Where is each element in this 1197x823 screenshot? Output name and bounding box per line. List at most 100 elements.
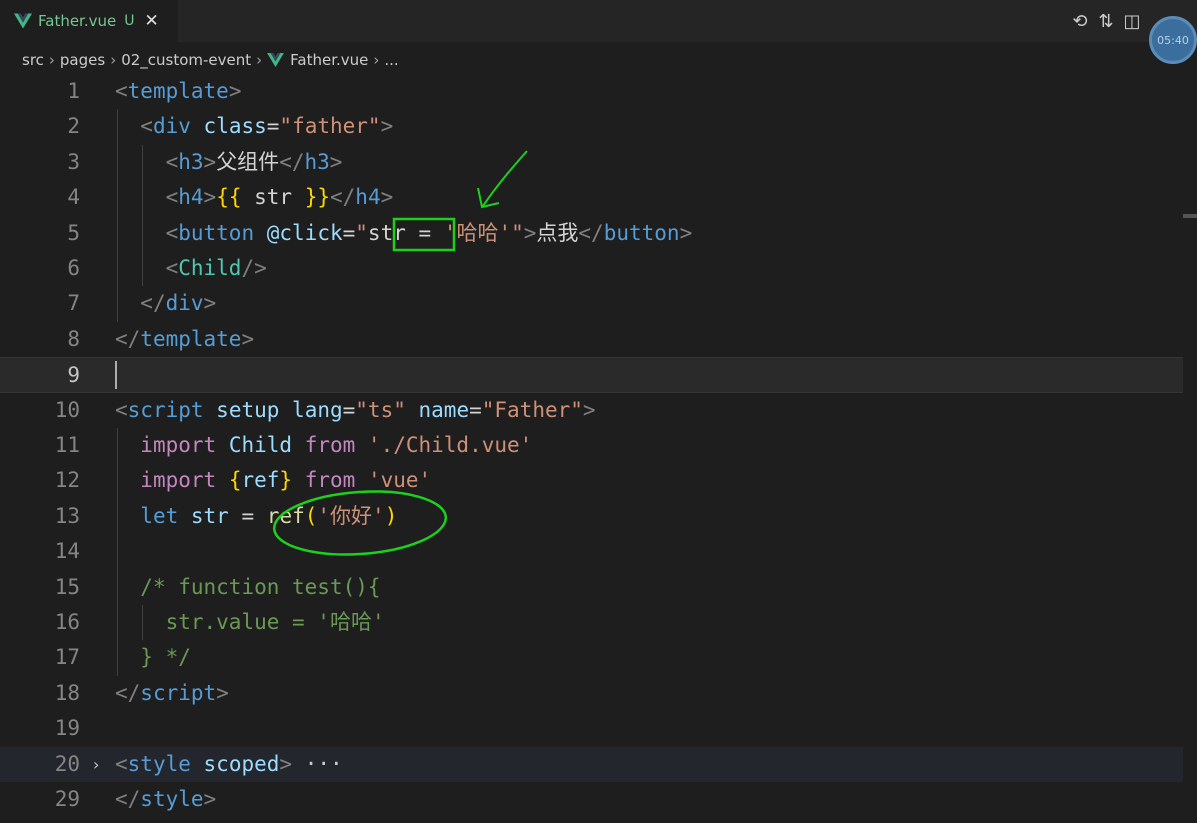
code-line[interactable]: 15 /* function test(){ [0,570,1183,605]
code-line[interactable]: 29 </style> [0,782,1183,817]
tab-bar: Father.vue U ✕ ⟲ ⇅ ◫ 05:40 [0,0,1197,64]
line-number: 18 [54,680,80,705]
tab-father-vue[interactable]: Father.vue U ✕ [0,0,178,42]
git-status-badge: U [124,13,135,29]
code-text: str.value = '哈哈' [115,605,385,640]
code-token: h4 [355,185,381,210]
code-line[interactable]: 19 [0,711,1183,746]
code-token: import [140,468,217,493]
code-token: > [203,787,217,811]
code-token: 点我 [536,220,579,245]
code-line[interactable]: 6 <Child/> [0,251,1183,286]
code-token: from [304,468,356,493]
code-line[interactable]: 2 <div class="father"> [0,109,1183,144]
code-token: Child [228,433,293,457]
code-token: 父组件 [216,149,280,174]
breadcrumb-item-folder[interactable]: 02_custom-event [121,51,251,69]
split-editor-icon[interactable]: ◫ [1119,11,1145,32]
code-token: /> [241,256,267,280]
code-token: div [165,291,204,316]
code-token: < [165,256,179,280]
chevron-right-icon: › [373,51,380,69]
code-token: scoped [203,751,280,776]
code-line[interactable]: 16 str.value = '哈哈' [0,605,1183,640]
line-number: 5 [67,220,80,245]
line-number: 2 [67,114,80,139]
code-token: script [127,397,204,422]
code-token: > [582,397,596,422]
code-line[interactable]: 14 [0,534,1183,569]
code-text: </script> [115,676,229,711]
code-token: </ [115,680,141,705]
line-number: 15 [54,574,80,599]
code-line[interactable]: 1 <template> [0,74,1183,109]
code-token: lang [292,397,343,422]
code-line[interactable]: 13 let str = ref('你好') [0,499,1183,534]
code-token: > [203,185,217,210]
code-text: } */ [115,640,191,675]
code-line[interactable]: 3 <h3>父组件</h3> [0,145,1183,180]
indent-guide [142,144,144,287]
compare-changes-icon[interactable]: ⇅ [1093,11,1119,32]
indent-guide [142,605,144,641]
breadcrumb-item-src[interactable]: src [22,51,44,69]
code-line[interactable]: 17 } */ [0,640,1183,675]
code-token: > [380,114,394,139]
code-token: } [279,468,293,493]
tab-label: Father.vue [38,12,117,30]
code-token: ref [241,468,280,493]
code-token: button [178,220,255,245]
code-line[interactable]: 9 [0,357,1183,393]
scrollbar-indicator[interactable] [1183,214,1197,218]
code-line[interactable]: 11 import Child from './Child.vue' [0,428,1183,463]
code-token: str [367,220,406,245]
breadcrumb-item-file[interactable]: Father.vue [290,51,368,69]
code-line[interactable]: 12 import {ref} from 'vue' [0,463,1183,498]
code-line[interactable]: 18 </script> [0,676,1183,711]
code-token: str [241,185,305,210]
code-token: > [329,149,343,174]
code-text: <h3>父组件</h3> [115,145,343,180]
indent-guide [117,428,118,676]
line-number: 1 [67,79,80,103]
code-token: > [216,680,229,705]
code-token: = [342,397,356,422]
line-number: 14 [54,539,80,564]
code-token: </ [578,220,604,245]
code-token: /* function test(){ [140,574,381,599]
chevron-right-icon: › [48,51,55,69]
line-number: 20 [54,751,80,776]
code-line[interactable]: 4 <h4>{{ str }}</h4> [0,180,1183,215]
code-token: > [228,79,242,103]
code-text: <style scoped> ··· [115,747,343,782]
code-line[interactable]: 7 </div> [0,286,1183,321]
timeline-icon[interactable]: ⟲ [1067,11,1093,32]
code-line[interactable]: 8 </template> [0,322,1183,357]
line-number: 19 [54,716,80,741]
code-token: {{ [216,185,242,210]
line-number: 29 [54,787,80,811]
code-token: { [228,468,242,493]
code-token: > [279,751,293,776]
code-token: ) [384,503,398,528]
fold-chevron-icon[interactable]: › [93,747,99,782]
close-icon[interactable]: ✕ [144,11,158,31]
code-text: import {ref} from 'vue' [115,463,431,498]
code-line[interactable]: 5 <button @click="str = '哈哈'">点我</button… [0,216,1183,251]
code-token: div [152,114,191,139]
code-editor[interactable]: 1 <template> 2 <div class="father"> 3 <h3>父… [0,74,1197,823]
breadcrumb-item-symbol[interactable]: ... [384,51,398,69]
code-line[interactable]: 10 <script setup lang="ts" name="Father"> [0,393,1183,428]
code-token: = [241,503,255,528]
code-token: < [165,185,179,210]
code-line[interactable]: 20 › <style scoped> ··· [0,746,1183,782]
breadcrumb-item-pages[interactable]: pages [60,51,105,69]
